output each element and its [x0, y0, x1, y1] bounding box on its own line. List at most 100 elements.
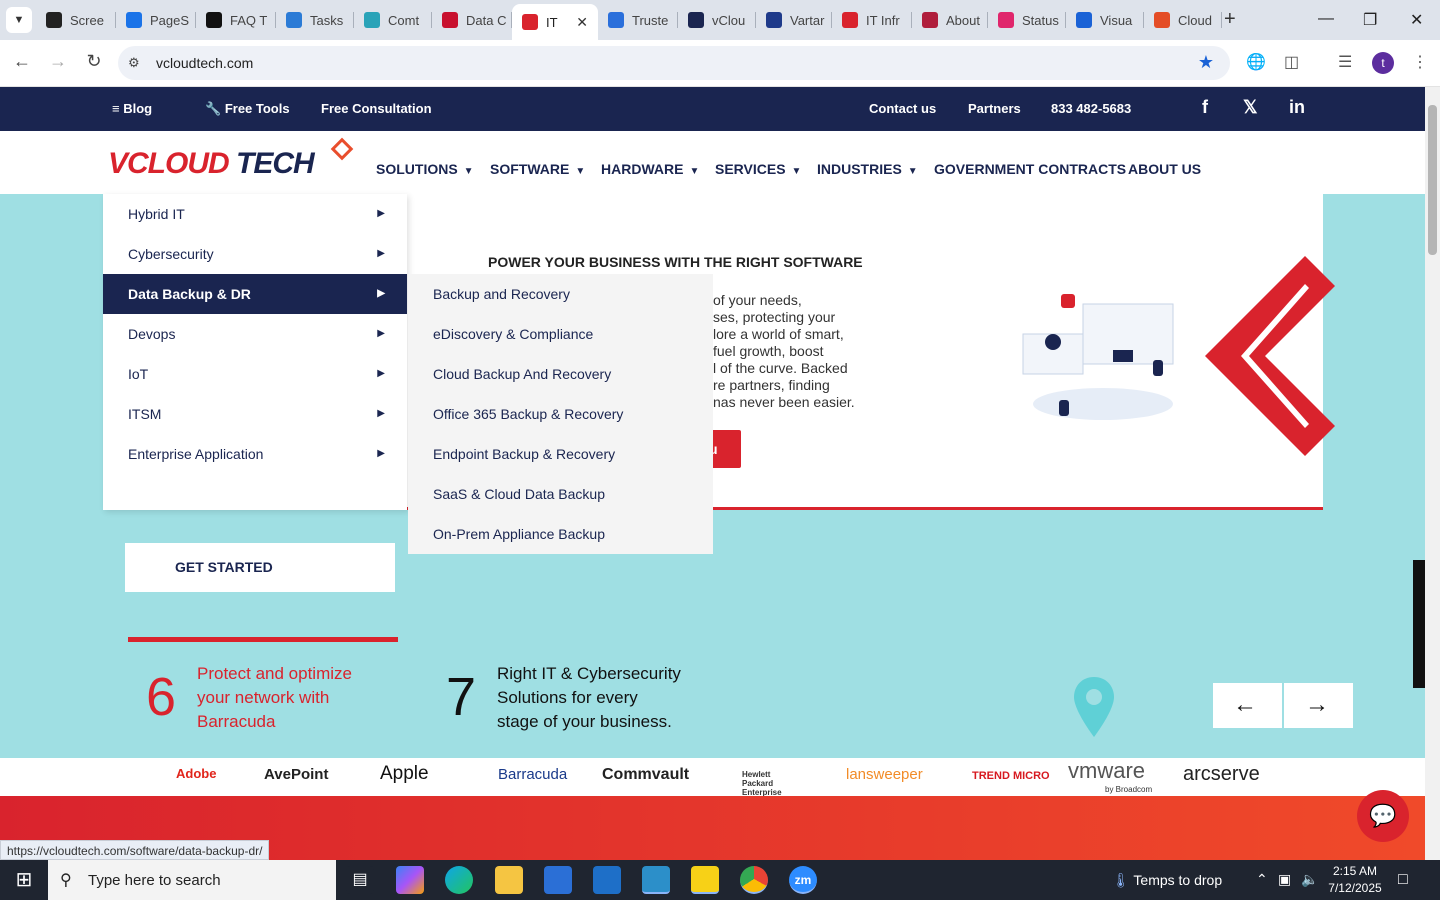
minimize-button[interactable]: — [1318, 10, 1334, 28]
free-tools-link[interactable]: 🔧 Free Tools [205, 101, 290, 117]
browser-toolbar: ← → ↻ ⚙ vcloudtech.com ★ 🌐 ◫ ☰ t ⋮ [0, 40, 1440, 87]
facebook-icon[interactable]: f [1202, 97, 1208, 118]
maximize-button[interactable]: ❐ [1363, 10, 1377, 30]
vcloud-tech-logo[interactable]: VCLOUD TECH [108, 147, 315, 181]
browser-tab[interactable]: vClou [678, 6, 756, 34]
clock-date: 7/12/2025 [1328, 881, 1382, 895]
browser-tab[interactable]: IT Infr [832, 6, 912, 34]
edge-icon[interactable] [445, 866, 473, 894]
nav-about-us[interactable]: ABOUT US [1128, 161, 1201, 177]
blog-link[interactable]: ≡ Blog [112, 101, 152, 116]
chat-widget-icon[interactable]: 💬 [1357, 790, 1409, 842]
browser-tab[interactable]: IT ✕ [512, 4, 598, 40]
close-window-button[interactable]: ✕ [1410, 10, 1423, 30]
sticky-notes-icon[interactable] [691, 866, 719, 894]
microsoft-store-icon[interactable] [544, 866, 572, 894]
browser-tab[interactable]: Visua [1066, 6, 1144, 34]
tab-title: Tasks [310, 12, 344, 28]
browser-tab[interactable]: FAQ T [196, 6, 276, 34]
browser-tab[interactable]: Tasks [276, 6, 354, 34]
submenu-saas-cloud-backup[interactable]: SaaS & Cloud Data Backup [433, 486, 605, 502]
menu-kebab-icon[interactable]: ⋮ [1412, 52, 1428, 72]
browser-tab[interactable]: Comt [354, 6, 432, 34]
copilot-icon[interactable] [396, 866, 424, 894]
partners-link[interactable]: Partners [968, 101, 1021, 116]
status-bar-url: https://vcloudtech.com/software/data-bac… [0, 840, 270, 860]
submenu-backup-and-recovery[interactable]: Backup and Recovery [433, 286, 570, 302]
extensions-icon[interactable]: ◫ [1284, 52, 1299, 72]
site-info-icon[interactable]: ⚙ [128, 55, 140, 71]
phone-link[interactable]: 833 482-5683 [1051, 101, 1131, 116]
network-icon[interactable]: ▣ [1278, 871, 1291, 888]
browser-tab[interactable]: Scree [36, 6, 116, 34]
submenu-cloud-backup-recovery[interactable]: Cloud Backup And Recovery [433, 366, 611, 382]
taskbar-search-box[interactable]: ⚲ Type here to search [48, 860, 336, 900]
file-explorer-icon[interactable] [495, 866, 523, 894]
system-clock[interactable]: 2:15 AM 7/12/2025 [1326, 863, 1384, 897]
notifications-icon[interactable]: □ [1398, 871, 1408, 889]
windows-start-icon[interactable]: ⊞ [0, 860, 48, 900]
menu-item-hybrid-it[interactable]: Hybrid IT ▶ [103, 194, 407, 234]
chrome-icon[interactable] [740, 866, 768, 894]
browser-tab[interactable]: About [912, 6, 988, 34]
tab-title: Visua [1100, 12, 1133, 28]
submenu-ediscovery-compliance[interactable]: eDiscovery & Compliance [433, 326, 593, 342]
browser-tab[interactable]: Status [988, 6, 1066, 34]
submenu-endpoint-backup[interactable]: Endpoint Backup & Recovery [433, 446, 615, 462]
browser-tab[interactable]: PageS [116, 6, 196, 34]
new-tab-button[interactable]: + [1224, 8, 1236, 30]
media-control-icon[interactable]: ☰ [1338, 52, 1352, 72]
partner-logo-hpe: Hewlett Packard Enterprise [742, 770, 782, 797]
task-view-icon[interactable]: ▤ [346, 866, 374, 894]
nav-services[interactable]: SERVICES ▼ [715, 161, 801, 177]
page-scrollbar[interactable] [1425, 87, 1440, 860]
zoom-icon[interactable]: zm [789, 866, 817, 894]
forward-button[interactable]: → [46, 51, 70, 72]
submenu-office365-backup[interactable]: Office 365 Backup & Recovery [433, 406, 623, 422]
free-consultation-link[interactable]: Free Consultation [321, 101, 432, 116]
nav-industries[interactable]: INDUSTRIES ▼ [817, 161, 918, 177]
partner-logo-vmware: vmware [1068, 758, 1146, 783]
profile-avatar[interactable]: t [1372, 52, 1394, 74]
get-started-button[interactable]: GET STARTED [125, 543, 395, 592]
browser-tab[interactable]: Truste [598, 6, 678, 34]
next-arrow-icon[interactable]: → [1305, 691, 1329, 719]
menu-item-data-backup-dr[interactable]: Data Backup & DR ▶ [103, 274, 407, 314]
translate-icon[interactable]: 🌐 [1246, 52, 1266, 72]
divider [1282, 683, 1284, 728]
linkedin-icon[interactable]: in [1289, 97, 1305, 118]
prev-arrow-icon[interactable]: ← [1233, 691, 1257, 719]
nav-software[interactable]: SOFTWARE ▼ [490, 161, 585, 177]
reload-button[interactable]: ↻ [82, 51, 106, 72]
chevron-up-icon[interactable]: ⌃ [1256, 871, 1268, 888]
contact-link[interactable]: Contact us [869, 101, 936, 116]
nav-government-contracts[interactable]: GOVERNMENT CONTRACTS [934, 161, 1126, 177]
close-tab-icon[interactable]: ✕ [576, 14, 588, 31]
menu-item-devops[interactable]: Devops ▶ [103, 314, 407, 354]
menu-item-itsm[interactable]: ITSM ▶ [103, 394, 407, 434]
tab-search-button[interactable]: ▼ [6, 7, 32, 33]
tab-favicon-icon [688, 12, 704, 28]
feature-text[interactable]: Protect and optimize your network with B… [197, 662, 352, 734]
back-button[interactable]: ← [10, 51, 34, 72]
menu-item-iot[interactable]: IoT ▶ [103, 354, 407, 394]
volume-icon[interactable]: 🔈 [1301, 871, 1318, 888]
weather-widget[interactable]: 🌡 Temps to drop [1112, 872, 1222, 889]
url-text[interactable]: vcloudtech.com [156, 55, 253, 71]
browser-tab[interactable]: Cloud [1144, 6, 1222, 34]
submenu-onprem-appliance-backup[interactable]: On-Prem Appliance Backup [433, 526, 605, 542]
browser-tab[interactable]: Data C [432, 6, 512, 34]
app-icon[interactable] [642, 866, 670, 894]
feature-text[interactable]: Right IT & Cybersecurity Solutions for e… [497, 662, 681, 734]
bookmark-star-icon[interactable]: ★ [1198, 52, 1214, 73]
address-bar[interactable]: ⚙ vcloudtech.com ★ [118, 46, 1230, 80]
x-twitter-icon[interactable]: 𝕏 [1243, 97, 1258, 118]
nav-solutions[interactable]: SOLUTIONS ▼ [376, 161, 474, 177]
mail-icon[interactable] [593, 866, 621, 894]
browser-tab[interactable]: Vartar [756, 6, 832, 34]
scroll-thumb[interactable] [1428, 105, 1437, 255]
menu-item-enterprise-application[interactable]: Enterprise Application ▶ [103, 434, 407, 474]
capture-toolbar[interactable] [1413, 560, 1425, 688]
nav-hardware[interactable]: HARDWARE ▼ [601, 161, 699, 177]
menu-item-cybersecurity[interactable]: Cybersecurity ▶ [103, 234, 407, 274]
